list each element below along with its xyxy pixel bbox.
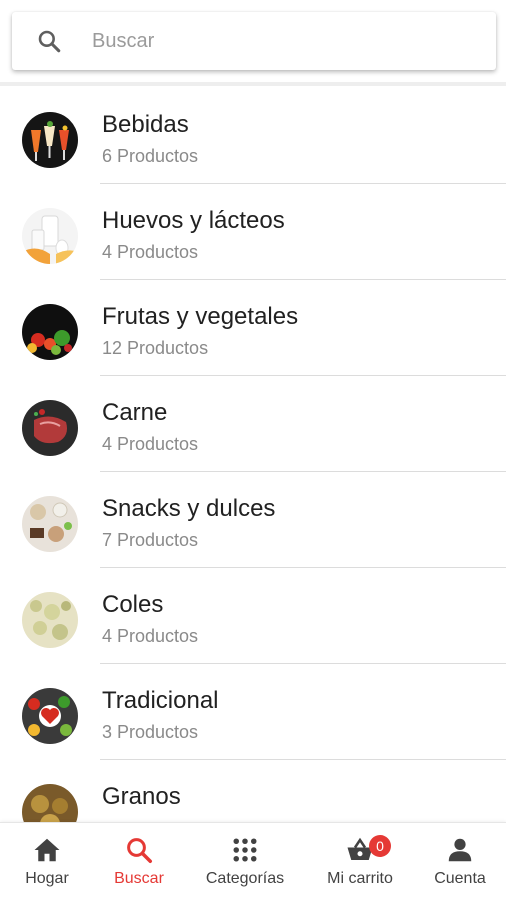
nav-item-hogar[interactable]: Hogar [0, 823, 94, 901]
coles-thumbnail [22, 592, 78, 648]
nav-item-mi-carrito[interactable]: 0 Mi carrito [306, 823, 414, 901]
category-item-huevos-lacteos[interactable]: Huevos y lácteos 4 Productos [0, 184, 506, 280]
frutas-vegetales-thumbnail [22, 304, 78, 360]
search-bar-container [0, 0, 506, 86]
category-count: 3 Productos [102, 722, 199, 742]
category-name: Frutas y vegetales [102, 303, 299, 330]
nav-label: Cuenta [434, 870, 486, 887]
category-name: Granos [102, 783, 181, 810]
search-icon [124, 835, 154, 865]
nav-label: Buscar [114, 870, 164, 887]
tradicional-thumbnail [22, 688, 78, 744]
category-item-snacks-dulces[interactable]: Snacks y dulces 7 Productos [0, 472, 506, 568]
snacks-dulces-thumbnail [22, 496, 78, 552]
nav-label: Hogar [25, 870, 69, 887]
nav-label: Mi carrito [327, 870, 393, 887]
category-name: Carne [102, 399, 168, 426]
person-icon [445, 835, 475, 865]
category-name: Snacks y dulces [102, 495, 276, 522]
category-item-granos[interactable]: Granos [0, 760, 506, 822]
nav-item-categorias[interactable]: Categorías [184, 823, 306, 901]
search-bar[interactable] [12, 12, 496, 70]
bebidas-thumbnail [22, 112, 78, 168]
category-name: Coles [102, 591, 164, 618]
category-count: 4 Productos [102, 434, 199, 454]
category-count: 12 Productos [102, 338, 209, 358]
category-count: 4 Productos [102, 626, 199, 646]
granos-thumbnail [22, 784, 78, 822]
cart-badge: 0 [369, 835, 391, 857]
nav-label: Categorías [205, 870, 285, 887]
nav-item-buscar[interactable]: Buscar [94, 823, 184, 901]
nav-item-cuenta[interactable]: Cuenta [414, 823, 506, 901]
category-count: 6 Productos [102, 146, 199, 166]
category-count: 4 Productos [102, 242, 199, 262]
category-name: Tradicional [102, 687, 219, 714]
category-item-bebidas[interactable]: Bebidas 6 Productos [0, 88, 506, 184]
category-item-coles[interactable]: Coles 4 Productos [0, 568, 506, 664]
category-list: Bebidas 6 Productos Huevos y lácteos 4 P… [0, 88, 506, 822]
search-divider [0, 82, 506, 86]
category-count: 7 Productos [102, 530, 199, 550]
carne-thumbnail [22, 400, 78, 456]
category-name: Huevos y lácteos [102, 207, 285, 234]
category-item-carne[interactable]: Carne 4 Productos [0, 376, 506, 472]
home-icon [32, 835, 62, 865]
category-name: Bebidas [102, 111, 189, 138]
bottom-navigation: Hogar Buscar Categorías 0 Mi carrito Cue… [0, 822, 506, 901]
grid-icon [230, 835, 260, 865]
search-icon[interactable] [36, 28, 62, 54]
huevos-lacteos-thumbnail [22, 208, 78, 264]
category-item-tradicional[interactable]: Tradicional 3 Productos [0, 664, 506, 760]
category-item-frutas-vegetales[interactable]: Frutas y vegetales 12 Productos [0, 280, 506, 376]
search-input[interactable] [90, 28, 464, 54]
